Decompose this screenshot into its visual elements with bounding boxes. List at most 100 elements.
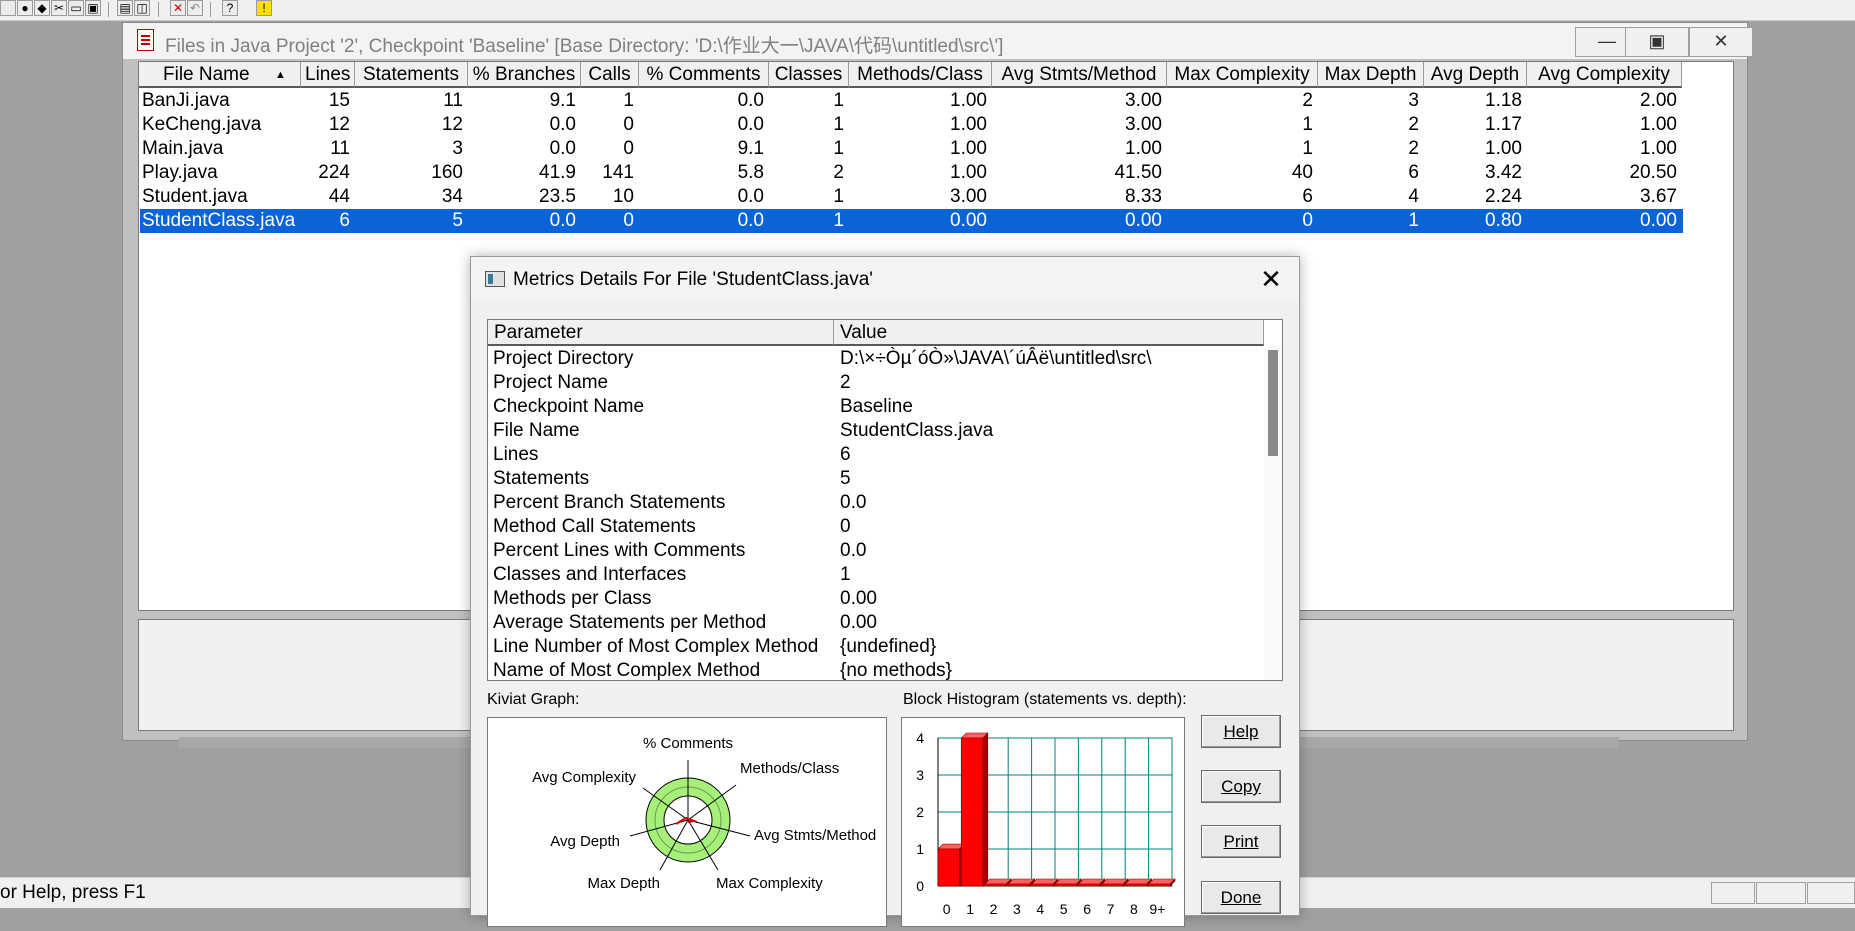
record-icon[interactable]: ● [17,0,33,16]
parameter-name: Name of Most Complex Method [493,660,761,681]
vertical-scrollbar-thumb[interactable] [1268,350,1278,456]
parameter-row[interactable]: Methods per Class 0.00 [488,587,1268,611]
column-header-max-depth[interactable]: Max Depth [1318,62,1424,88]
histogram-x-tick-label: 4 [1036,901,1044,917]
parameter-row[interactable]: Checkpoint Name Baseline [488,395,1268,419]
parameter-value: D:\×÷Òµ´óÒ»\JAVA\´úÂë\untitled\src\ [840,348,1152,369]
table-row[interactable]: BanJi.java 15 11 9.1 1 0.0 1 1.00 3.00 2 3 1.18 2.00 [140,89,1683,113]
parameter-row[interactable]: Percent Lines with Comments 0.0 [488,539,1268,563]
table-row[interactable]: Student.java 44 34 23.5 10 0.0 1 3.00 8.33 6 4 2.24… [140,185,1683,209]
parameter-row[interactable]: Method Call Statements 0 [488,515,1268,539]
parameter-row[interactable]: Project Name 2 [488,371,1268,395]
table-cell: 1 [1302,138,1313,159]
table-cell: 12 [441,114,463,135]
table-cell: 9.1 [549,90,576,111]
histogram-x-tick-label: 1 [966,901,974,917]
parameter-value: Baseline [840,396,913,417]
parameter-row[interactable]: Statements 5 [488,467,1268,491]
toolbar: ● ◆ ✂ ▭ ▣ ▤ ◫ ✕ ↶ ? ! [0,0,1855,21]
parameter-row[interactable]: File Name StudentClass.java [488,419,1268,443]
dialog-close-button[interactable]: ✕ [1251,265,1291,295]
undo-icon[interactable]: ↶ [187,0,203,16]
parameter-value: 5 [840,468,851,489]
column-header-methods-class[interactable]: Methods/Class [849,62,992,88]
parameter-row[interactable]: Average Statements per Method 0.00 [488,611,1268,635]
column-header-label: Max Depth [1324,64,1417,85]
parameter-value: StudentClass.java [840,420,994,441]
column-header-branches[interactable]: % Branches [468,62,581,88]
table-cell: 2.24 [1485,186,1522,207]
print-button[interactable]: Print [1201,825,1281,858]
value-column-header[interactable]: Value [834,320,1264,346]
context-help-icon[interactable]: ? [222,0,238,16]
table-cell: 41.9 [539,162,576,183]
table-row[interactable]: StudentClass.java 6 5 0.0 0 0.0 1 0.00 0.00 0 1 0.8… [140,209,1683,233]
kiviat-axis-label: Methods/Class [740,760,839,777]
kiviat-axis-label: % Comments [643,735,733,752]
block-histogram: 0 1 2 3 4 0 1 2 3 4 5 6 7 8 9+ [901,717,1185,927]
column-header-max-complexity[interactable]: Max Complexity [1167,62,1318,88]
metrics-details-dialog: Metrics Details For File 'StudentClass.j… [470,256,1300,927]
parameter-row[interactable]: Percent Branch Statements 0.0 [488,491,1268,515]
table-cell: 0.0 [549,138,576,159]
parameter-row[interactable]: Project Directory D:\×÷Òµ´óÒ»\JAVA\´úÂë\u… [488,347,1268,371]
file-name-cell: Main.java [142,138,224,159]
delete-icon[interactable]: ✕ [170,0,186,16]
done-button[interactable]: Done [1201,881,1281,914]
column-header-lines[interactable]: Lines [301,62,355,88]
histogram-y-tick-label: 3 [916,767,924,783]
parameter-name: Line Number of Most Complex Method [493,636,819,657]
pointer-icon[interactable]: ! [256,0,272,16]
table-cell: 0 [623,138,634,159]
print-preview-icon[interactable]: ◫ [134,0,150,16]
column-header-file-name[interactable]: File Name ▲ [139,62,301,88]
histogram-y-tick-label: 1 [916,841,924,857]
column-header-comments[interactable]: % Comments [639,62,769,88]
chart-icon[interactable]: ◆ [34,0,50,16]
help-button[interactable]: Help [1201,715,1281,748]
parameter-row[interactable]: Name of Most Complex Method {no methods} [488,659,1268,681]
cut-icon[interactable]: ✂ [51,0,67,16]
parameter-value: 0.0 [840,492,867,513]
save-icon[interactable]: ▣ [85,0,101,16]
parameter-row[interactable]: Lines 6 [488,443,1268,467]
table-cell: 34 [441,186,463,207]
column-header-avg-complexity[interactable]: Avg Complexity [1527,62,1682,88]
copy-button[interactable]: Copy [1201,770,1281,803]
sort-ascending-icon: ▲ [275,69,286,81]
column-header-avg-depth[interactable]: Avg Depth [1424,62,1527,88]
table-cell: 15 [328,90,350,111]
column-header-calls[interactable]: Calls [581,62,639,88]
table-cell: 0 [1302,210,1313,231]
metrics-window-icon [485,271,505,287]
print-icon[interactable]: ▤ [117,0,133,16]
column-header-statements[interactable]: Statements [355,62,468,88]
histogram-bar [1054,883,1077,887]
column-header-avg-stmts-method[interactable]: Avg Stmts/Method [992,62,1167,88]
table-cell: 1 [833,90,844,111]
parameter-row[interactable]: Line Number of Most Complex Method {undef… [488,635,1268,659]
parameter-value: 0.0 [840,540,867,561]
table-row[interactable]: Main.java 11 3 0.0 0 9.1 1 1.00 1.00 1 2 1.00 1.00 [140,137,1683,161]
table-cell: 0.0 [737,90,764,111]
histogram-bar-side [982,732,989,887]
table-row[interactable]: Play.java 224 160 41.9 141 5.8 2 1.00 41.50 40 6 3.… [140,161,1683,185]
column-header-classes[interactable]: Classes [769,62,849,88]
table-cell: 224 [318,162,350,183]
restore-button[interactable]: ▣ [1625,27,1689,57]
table-row[interactable]: KeCheng.java 12 12 0.0 0 0.0 1 1.00 3.00 1 2 1.17 1.… [140,113,1683,137]
table-cell: 1.17 [1485,114,1522,135]
dialog-titlebar: Metrics Details For File 'StudentClass.j… [471,257,1299,301]
table-cell: 160 [431,162,463,183]
parameter-column-header[interactable]: Parameter [488,320,834,346]
files-titlebar: Files in Java Project '2', Checkpoint 'B… [123,23,1753,59]
parameter-name: Methods per Class [493,588,652,609]
close-button[interactable]: ✕ [1689,27,1753,57]
table-cell: 3.42 [1485,162,1522,183]
status-panel [1756,882,1806,904]
histogram-y-tick-label: 4 [916,730,924,746]
parameter-row[interactable]: Classes and Interfaces 1 [488,563,1268,587]
new-icon[interactable] [0,0,16,16]
parameter-name: Percent Lines with Comments [493,540,746,561]
open-folder-icon[interactable]: ▭ [68,0,84,16]
